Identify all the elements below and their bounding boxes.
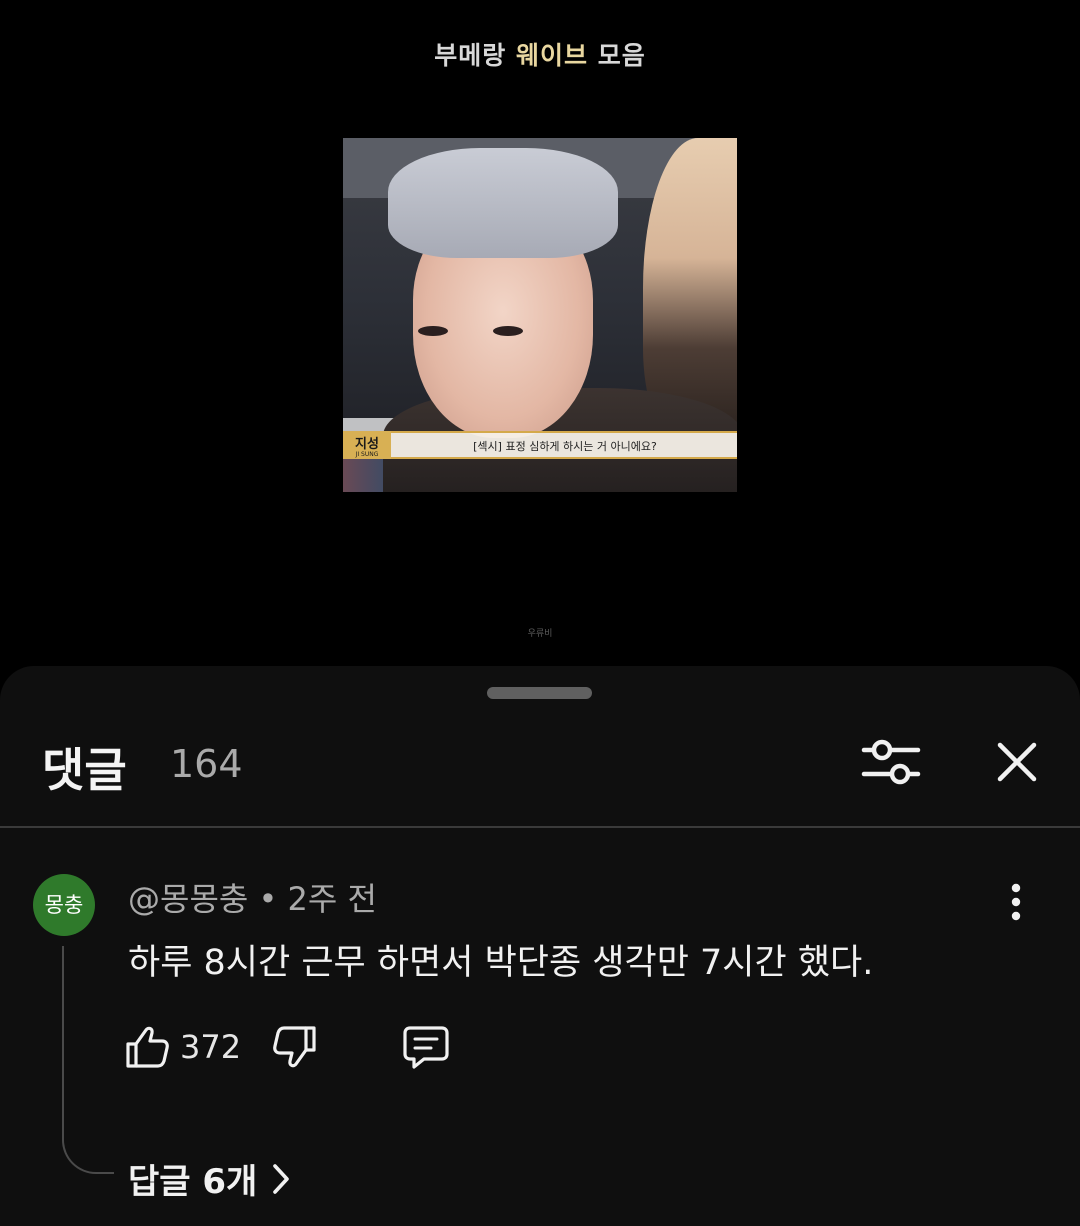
caption-name: 지성 JI SUNG [343,431,391,459]
comment-time: 2주 전 [287,880,377,918]
caption-text: [섹시] 표정 심하게 하시는 거 아니에요? [473,440,657,453]
replies-label: 답글 6개 [128,1162,258,1202]
more-vertical-icon [1011,883,1021,921]
comment-text: 하루 8시간 근무 하면서 박단종 생각만 7시간 했다. [128,943,874,983]
comments-header: 댓글 164 [0,724,1080,804]
comment-author[interactable]: @몽몽충 [128,880,248,918]
caption-name-text: 지성 [355,437,379,452]
video-title-highlight: 웨이브 [515,41,588,70]
view-replies-button[interactable]: 답글 6개 [128,1154,291,1203]
comment-item: 몽충 @몽몽충 • 2주 전 하루 8시간 근무 하면서 박단종 생각만 7시간… [0,866,1080,1226]
filter-button[interactable] [858,732,924,792]
close-icon [997,742,1037,782]
frame-eye-right [493,326,523,336]
video-player[interactable]: 부메랑 웨이브 모음 지성 JI SUNG [섹시] 표정 심하게 하시는 거 … [0,0,1080,668]
caption-name-sub: JI SUNG [355,451,379,458]
header-divider [0,826,1080,828]
video-title-part1: 부메랑 [434,41,516,70]
frame-eye-left [418,326,448,336]
comments-count: 164 [170,742,243,786]
watermark: 우류비 [527,629,553,639]
frame-fringe [388,148,618,258]
more-options-button[interactable] [1000,882,1032,922]
video-title: 부메랑 웨이브 모음 [0,36,1080,72]
avatar[interactable]: 몽충 [33,874,95,936]
video-title-part2: 모음 [588,41,646,70]
meta-separator: • [248,880,288,918]
comment-icon [403,1026,449,1069]
thumbs-down-icon [273,1026,316,1068]
like-button[interactable] [124,1024,170,1070]
thumbs-up-icon [126,1026,169,1068]
dislike-button[interactable] [272,1024,318,1070]
sliders-icon [861,739,921,785]
comments-sheet: 댓글 164 몽충 @몽몽충 • 2주 전 하루 8시간 근무 하면서 박단종 … [0,666,1080,1226]
chevron-right-icon [273,1163,290,1194]
comment-actions: 372 [124,1024,464,1072]
thread-line [62,946,114,1174]
drag-handle[interactable] [487,687,592,699]
reply-button[interactable] [402,1024,450,1070]
close-button[interactable] [988,732,1046,792]
like-count: 372 [180,1028,242,1066]
comments-title: 댓글 [42,743,127,797]
video-frame[interactable]: 지성 JI SUNG [섹시] 표정 심하게 하시는 거 아니에요? [343,138,737,492]
comment-meta: @몽몽충 • 2주 전 [128,874,377,920]
